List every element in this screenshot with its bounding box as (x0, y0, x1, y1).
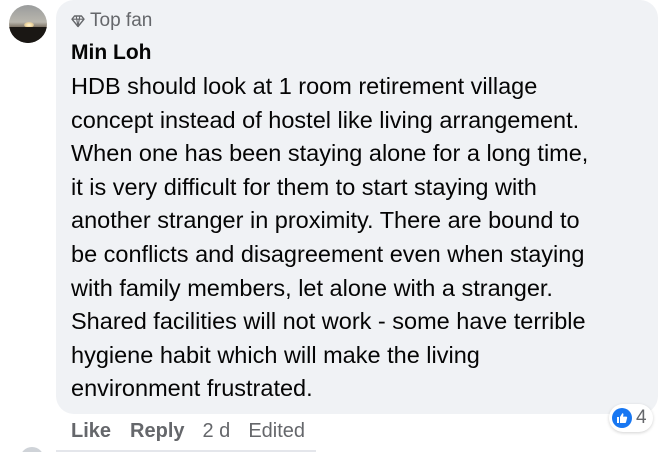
diamond-icon (71, 15, 85, 28)
comment-line: be conflicts and disagreement even when … (71, 240, 585, 267)
comment-line: with family members, let alone with a st… (71, 274, 553, 301)
comment-actions: Like Reply 2 d Edited (71, 418, 305, 444)
reactions-summary[interactable]: 4 (609, 404, 653, 432)
author-name[interactable]: Min Loh (71, 40, 151, 66)
comment-line: HDB should look at 1 room retirement vil… (71, 73, 538, 99)
comment-line: another stranger in proximity. There are… (71, 207, 580, 234)
thumbs-up-icon (612, 408, 632, 428)
comment-line: When one has been staying alone for a lo… (71, 140, 589, 167)
next-comment-avatar (20, 447, 44, 452)
badge-label: Top fan (90, 10, 153, 31)
comment-line: it is very difficult for them to start s… (71, 173, 537, 200)
avatar-horizon (9, 27, 47, 43)
comment-page: Top fan Min Loh HDB should look at 1 roo… (0, 0, 671, 452)
edited-label: Edited (248, 420, 306, 442)
timestamp[interactable]: 2 d (203, 418, 231, 444)
reply-button[interactable]: Reply (130, 418, 184, 444)
like-button[interactable]: Like (71, 418, 111, 444)
avatar[interactable] (9, 5, 47, 43)
comment-line: hygiene habit which will make the living (71, 341, 480, 368)
comment-text: HDB should look at 1 room retirement vil… (71, 70, 651, 406)
comment-line: concept instead of hostel like living ar… (71, 106, 580, 133)
comment-line: Shared facilities will not work - some h… (71, 308, 586, 335)
comment-line: environment frustrated. (71, 375, 313, 402)
top-fan-badge[interactable]: Top fan (71, 9, 152, 33)
reaction-count: 4 (636, 407, 647, 428)
